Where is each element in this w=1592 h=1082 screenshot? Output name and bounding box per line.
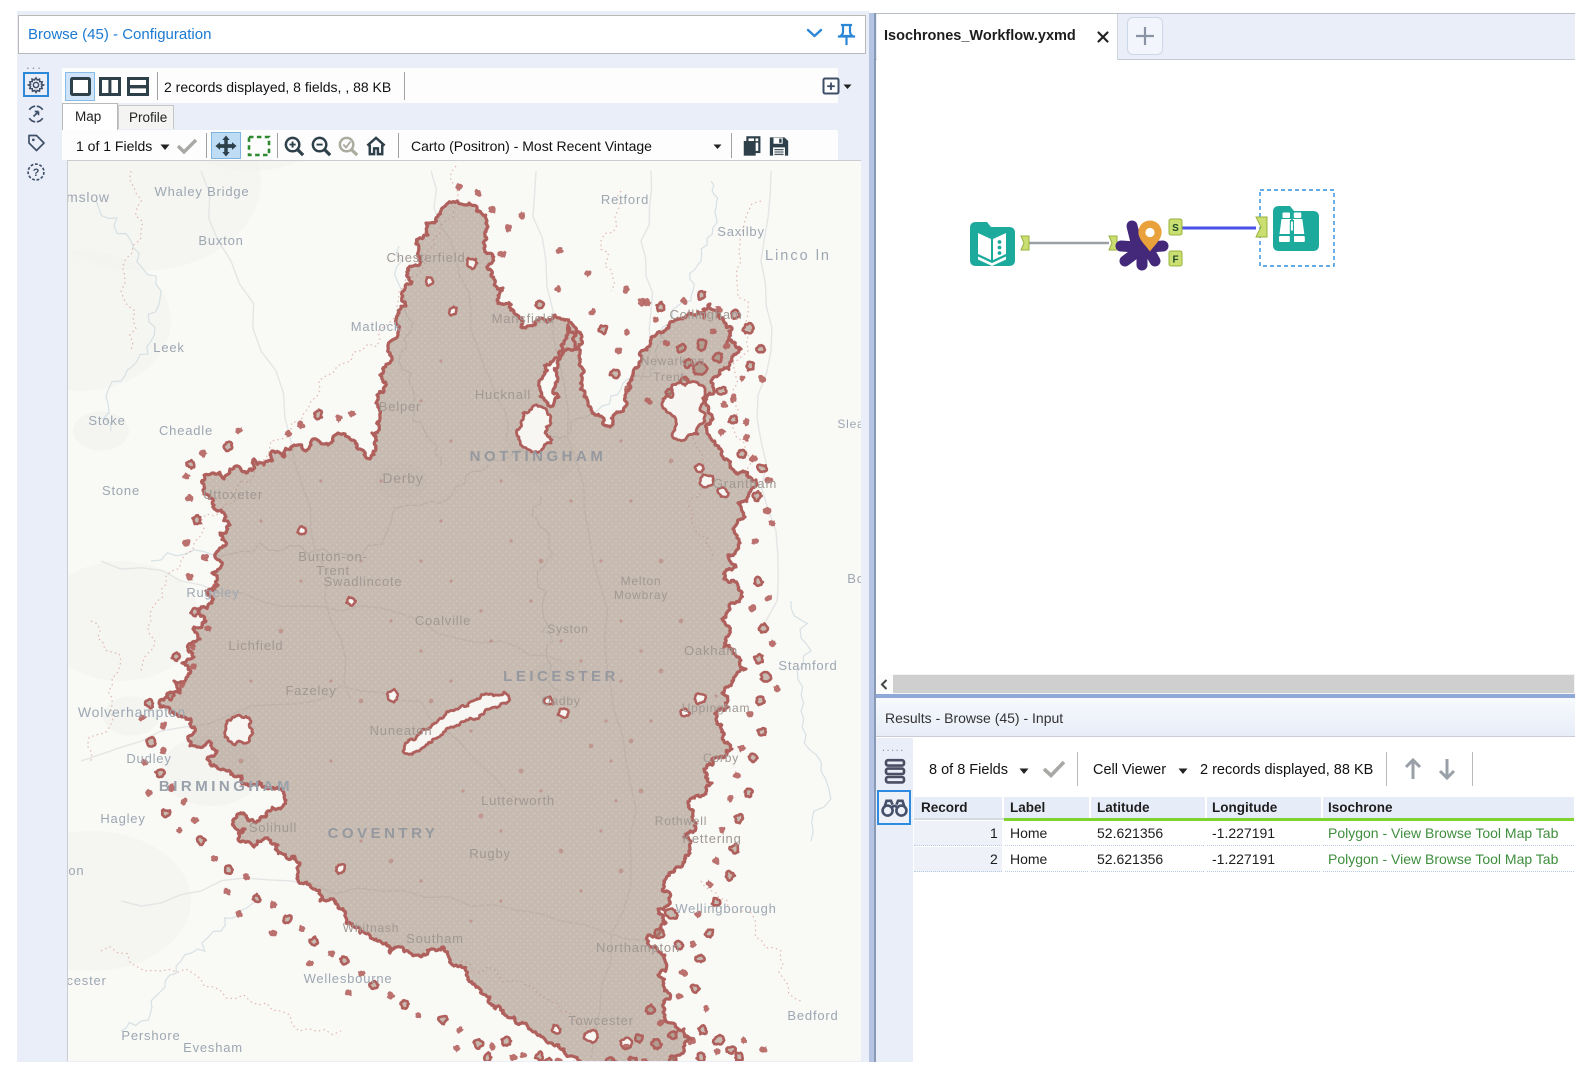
svg-text:Lutterworth: Lutterworth — [481, 793, 555, 808]
svg-text:Nuneaton: Nuneaton — [370, 723, 433, 738]
svg-text:F: F — [1172, 255, 1178, 266]
svg-text:Buxton: Buxton — [198, 233, 243, 248]
svg-text:LEICESTER: LEICESTER — [503, 668, 619, 685]
svg-text:Leek: Leek — [153, 340, 184, 355]
svg-text:Pershore: Pershore — [121, 1028, 180, 1043]
svg-text:Newark on: Newark on — [641, 354, 706, 368]
svg-text:Wellesbourne: Wellesbourne — [304, 971, 393, 986]
svg-text:Dudley: Dudley — [126, 751, 171, 766]
svg-text:Rothwell: Rothwell — [655, 814, 707, 828]
svg-text:Northampton: Northampton — [596, 940, 680, 955]
svg-text:Whaley Bridge: Whaley Bridge — [155, 184, 250, 199]
svg-text:t on: t on — [68, 863, 84, 878]
svg-text:n: n — [68, 875, 69, 890]
svg-text:BIRMINGHAM: BIRMINGHAM — [159, 778, 293, 795]
svg-text:Derby: Derby — [382, 470, 423, 486]
svg-text:Uppingham: Uppingham — [682, 701, 751, 715]
svg-text:Cheadle: Cheadle — [159, 423, 213, 438]
svg-text:Mansfield: Mansfield — [492, 311, 555, 326]
svg-text:Whitnash: Whitnash — [343, 921, 399, 935]
svg-text:Evesham: Evesham — [183, 1040, 243, 1055]
svg-text:Linco ln: Linco ln — [765, 248, 831, 264]
svg-text:Matlock: Matlock — [351, 319, 401, 334]
svg-text:Wellingborough: Wellingborough — [675, 901, 776, 916]
svg-text:rcester: rcester — [68, 973, 107, 988]
svg-text:Bo: Bo — [847, 571, 861, 586]
svg-text:Saxilby: Saxilby — [717, 224, 765, 239]
svg-text:Towcester: Towcester — [568, 1013, 634, 1028]
svg-text:Fazeley: Fazeley — [285, 683, 336, 698]
svg-text:Uttoxeter: Uttoxeter — [203, 487, 263, 502]
svg-text:Sleaf: Sleaf — [837, 417, 861, 431]
svg-text:Collingham: Collingham — [669, 307, 742, 322]
svg-text:?: ? — [33, 167, 40, 179]
svg-text:Stamford: Stamford — [778, 658, 837, 673]
svg-text:Oadby: Oadby — [541, 694, 580, 708]
svg-text:Southam: Southam — [406, 931, 464, 946]
svg-text:Stoke: Stoke — [88, 413, 125, 428]
svg-text:Corby: Corby — [703, 751, 739, 765]
svg-text:Belper: Belper — [379, 399, 421, 414]
svg-text:Syston: Syston — [547, 622, 589, 636]
svg-text:Stone: Stone — [102, 483, 140, 498]
svg-text:Oakham: Oakham — [684, 643, 738, 658]
svg-text:Bedford: Bedford — [787, 1008, 838, 1023]
svg-text:Hagley: Hagley — [100, 811, 145, 826]
svg-text:Lichfield: Lichfield — [229, 638, 284, 653]
svg-text:Trent: Trent — [653, 370, 685, 384]
svg-text:Coalville: Coalville — [415, 613, 471, 628]
svg-text:COVENTRY: COVENTRY — [328, 825, 439, 842]
svg-text:Retford: Retford — [601, 192, 649, 207]
svg-text:Rugeley: Rugeley — [186, 585, 239, 600]
svg-text:Melton: Melton — [621, 574, 662, 588]
svg-text:Rugby: Rugby — [469, 846, 511, 861]
svg-text:Solihull: Solihull — [249, 820, 297, 835]
svg-text:Kettering: Kettering — [682, 831, 741, 846]
svg-text:Burton-on-: Burton-on- — [298, 549, 367, 564]
svg-text:Mowbray: Mowbray — [614, 588, 668, 602]
svg-text:Chesterfield: Chesterfield — [387, 250, 466, 265]
svg-text:NOTTINGHAM: NOTTINGHAM — [470, 448, 607, 465]
svg-text:Wolverhampton: Wolverhampton — [78, 704, 186, 720]
svg-text:S: S — [1172, 223, 1179, 234]
svg-text:Swadlincote: Swadlincote — [324, 574, 403, 589]
svg-text:Hucknall: Hucknall — [475, 387, 531, 402]
svg-text:mslow: mslow — [68, 189, 110, 205]
svg-text:Grantham: Grantham — [713, 476, 777, 491]
